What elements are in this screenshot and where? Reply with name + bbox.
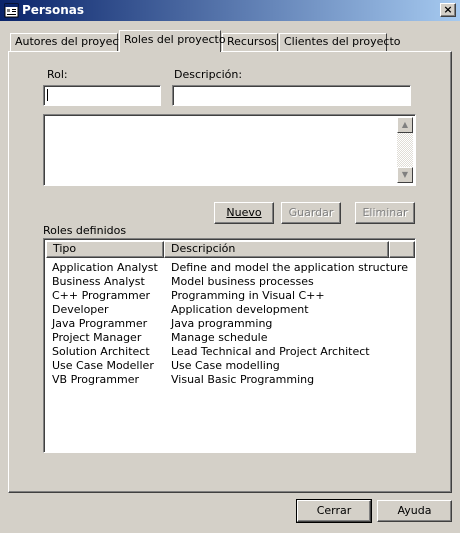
ayuda-button[interactable]: Ayuda bbox=[377, 500, 452, 522]
cell-descripcion: Lead Technical and Project Architect bbox=[171, 345, 370, 358]
cell-tipo: Use Case Modeller bbox=[52, 359, 154, 372]
table-row[interactable]: VB Programmer Visual Basic Programming bbox=[46, 373, 406, 387]
cell-descripcion: Model business processes bbox=[171, 275, 314, 288]
roles-list-view[interactable]: Tipo Descripción Application Analyst Defi… bbox=[43, 238, 416, 453]
notes-scrollbar[interactable]: ▲ ▼ bbox=[397, 117, 413, 183]
table-row[interactable]: Use Case Modeller Use Case modelling bbox=[46, 359, 406, 373]
notes-textarea[interactable]: ▲ ▼ bbox=[43, 114, 416, 186]
cell-tipo: C++ Programmer bbox=[52, 289, 151, 302]
cell-descripcion: Java programming bbox=[171, 317, 273, 330]
cell-tipo: Business Analyst bbox=[52, 275, 145, 288]
rol-label: Rol: bbox=[47, 68, 68, 81]
tab-clientes-del-proyecto[interactable]: Clientes del proyecto bbox=[279, 33, 401, 51]
cell-tipo: Java Programmer bbox=[52, 317, 148, 330]
scroll-up-icon[interactable]: ▲ bbox=[397, 117, 413, 133]
tab-panel-roles: Rol: Descripción: ▲ ▼ Nuevo Guardar Elim… bbox=[8, 51, 452, 493]
cell-tipo: Solution Architect bbox=[52, 345, 150, 358]
table-row[interactable]: Solution Architect Lead Technical and Pro… bbox=[46, 345, 406, 359]
column-header-tipo[interactable]: Tipo bbox=[46, 241, 164, 258]
table-row[interactable]: Developer Application development bbox=[46, 303, 406, 317]
list-header: Tipo Descripción bbox=[46, 241, 415, 258]
guardar-button[interactable]: Guardar bbox=[281, 202, 341, 224]
column-header-spacer bbox=[389, 241, 415, 258]
cell-tipo: Application Analyst bbox=[52, 261, 158, 274]
close-icon: × bbox=[443, 3, 453, 16]
rol-input[interactable] bbox=[43, 85, 161, 106]
table-row[interactable]: Java Programmer Java programming bbox=[46, 317, 406, 331]
table-row[interactable]: Business Analyst Model business processes bbox=[46, 275, 406, 289]
window-title: Personas bbox=[22, 3, 85, 17]
descripcion-input[interactable] bbox=[172, 85, 411, 106]
cell-descripcion: Define and model the application structu… bbox=[171, 261, 408, 274]
title-bar: Personas × bbox=[0, 0, 460, 21]
scroll-down-icon[interactable]: ▼ bbox=[397, 167, 413, 183]
window-app-icon bbox=[4, 3, 19, 18]
eliminar-button[interactable]: Eliminar bbox=[355, 202, 415, 224]
table-row[interactable]: C++ Programmer Programming in Visual C++ bbox=[46, 289, 406, 303]
cell-tipo: VB Programmer bbox=[52, 373, 139, 386]
cell-tipo: Project Manager bbox=[52, 331, 142, 344]
roles-definidos-label: Roles definidos bbox=[43, 224, 127, 237]
cell-descripcion: Use Case modelling bbox=[171, 359, 280, 372]
text-caret bbox=[47, 89, 48, 101]
close-button[interactable]: × bbox=[440, 3, 456, 17]
tab-recursos[interactable]: Recursos bbox=[222, 33, 278, 51]
cell-descripcion: Visual Basic Programming bbox=[171, 373, 315, 386]
tab-roles-del-proyecto[interactable]: Roles del proyecto bbox=[119, 30, 226, 52]
cell-tipo: Developer bbox=[52, 303, 109, 316]
tab-autores-del-proyecto[interactable]: Autores del proyecto bbox=[10, 33, 129, 51]
cell-descripcion: Manage schedule bbox=[171, 331, 268, 344]
table-row[interactable]: Application Analyst Define and model the … bbox=[46, 261, 408, 275]
nuevo-button-label: Nuevo bbox=[226, 206, 262, 219]
table-row[interactable]: Project Manager Manage schedule bbox=[46, 331, 406, 345]
nuevo-button[interactable]: Nuevo bbox=[214, 202, 274, 224]
cell-descripcion: Application development bbox=[171, 303, 309, 316]
cerrar-button[interactable]: Cerrar bbox=[296, 499, 372, 523]
descripcion-label: Descripción: bbox=[174, 68, 243, 81]
cell-descripcion: Programming in Visual C++ bbox=[171, 289, 325, 302]
column-header-descripcion[interactable]: Descripción bbox=[164, 241, 389, 258]
